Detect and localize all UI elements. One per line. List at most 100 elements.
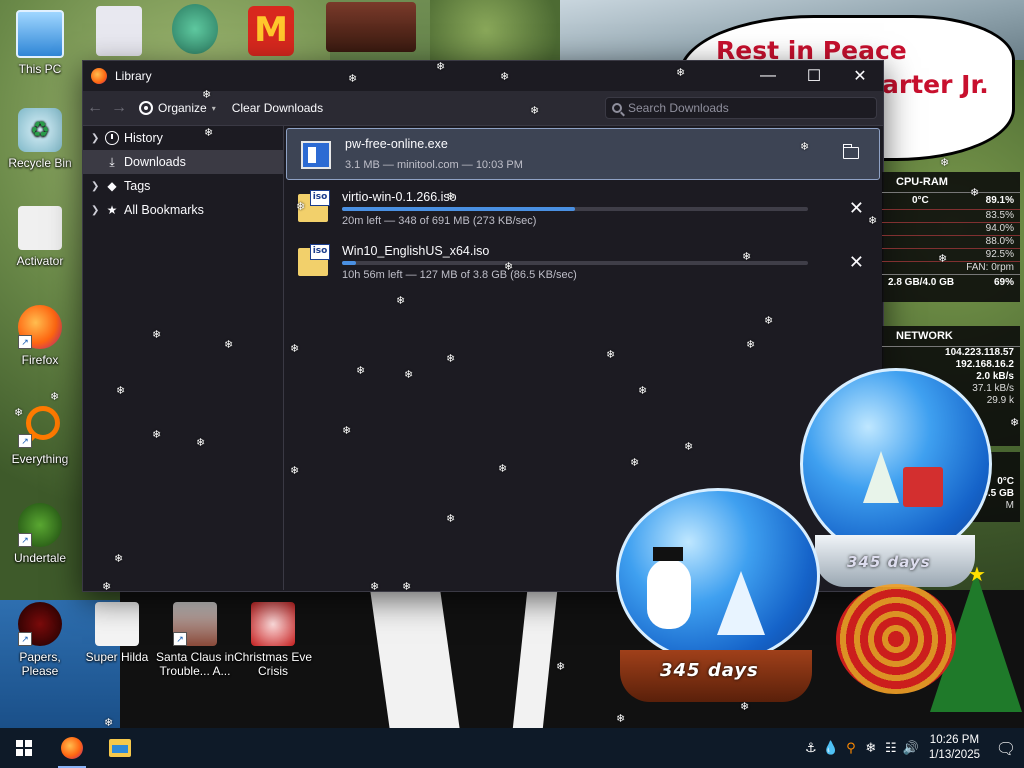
cancel-download-button[interactable]: ✕ xyxy=(849,252,864,273)
download-name: Win10_EnglishUS_x64.iso xyxy=(342,244,490,258)
desktop-icon-this-pc[interactable]: This PC xyxy=(0,10,80,76)
snow-globe-left[interactable] xyxy=(616,488,820,664)
chevron-right-icon[interactable]: ❯ xyxy=(91,133,103,144)
snowflake-icon: ❄ xyxy=(202,88,212,101)
snowflake-icon: ❄ xyxy=(500,70,510,83)
cpu-core: 94.0% xyxy=(882,223,1020,236)
file-icon xyxy=(18,206,62,250)
sidebar-item-tags[interactable]: ❯ ◆ Tags xyxy=(83,174,283,198)
snowflake-icon: ❄ xyxy=(224,338,234,351)
network-icon[interactable]: ☷ xyxy=(881,741,901,756)
firefox-icon xyxy=(91,68,107,84)
desktop-icon-label: Recycle Bin xyxy=(8,156,72,170)
download-meta: 10h 56m left — 127 MB of 3.8 GB (86.5 KB… xyxy=(342,269,577,281)
shortcut-arrow-icon: ↗ xyxy=(18,533,32,547)
minimize-button[interactable]: — xyxy=(745,61,791,91)
snowflake-icon: ❄ xyxy=(684,440,694,453)
gift-icon xyxy=(903,467,943,507)
snowflake-tray-icon[interactable]: ❄ xyxy=(861,741,881,756)
gear-icon xyxy=(139,101,153,115)
chevron-right-icon[interactable]: ❯ xyxy=(91,181,103,192)
download-meta: 20m left — 348 of 691 MB (273 KB/sec) xyxy=(342,215,537,227)
snowflake-icon: ❄ xyxy=(102,580,112,593)
organize-label: Organize xyxy=(158,101,207,115)
desktop-icon-label: This PC xyxy=(18,62,62,76)
download-item[interactable]: pw-free-online.exe 3.1 MB — minitool.com… xyxy=(286,128,880,180)
search-downloads-input[interactable]: Search Downloads xyxy=(605,97,877,119)
desktop-icon-everything[interactable]: ↗ Everything xyxy=(0,404,80,466)
folder-icon[interactable] xyxy=(842,144,859,159)
desktop-icon-activator[interactable]: Activator xyxy=(0,206,80,268)
volume-icon[interactable]: 🔊 xyxy=(901,741,921,756)
snowflake-icon: ❄ xyxy=(404,368,414,381)
shortcut-arrow-icon: ↗ xyxy=(173,632,187,646)
desktop-icon-super-hilda[interactable]: Super Hilda xyxy=(77,602,157,664)
desktop-icon-undertale[interactable]: ↗ Undertale xyxy=(0,503,80,565)
chevron-right-icon[interactable]: ❯ xyxy=(91,205,103,216)
clock-date: 1/13/2025 xyxy=(928,749,980,761)
organize-button[interactable]: Organize ▾ xyxy=(131,101,224,115)
taskbar: ⚓ 💧 ⚲ ❄ ☷ 🔊 10:26 PM 1/13/2025 🗨 xyxy=(0,728,1024,768)
sidebar-item-label: All Bookmarks xyxy=(124,203,204,217)
mcdonalds-icon: M xyxy=(248,6,294,56)
firefox-icon xyxy=(61,737,83,759)
gadget-title: CPU-RAM xyxy=(882,172,1020,193)
library-sidebar: ❯ History ⤓ Downloads ❯ ◆ Tags ❯ ★ All B… xyxy=(83,126,284,590)
spiral-decoration xyxy=(836,584,956,694)
sidebar-item-history[interactable]: ❯ History xyxy=(83,126,283,150)
papers-please-icon: ↗ xyxy=(18,602,62,646)
download-item[interactable]: iso Win10_EnglishUS_x64.iso 10h 56m left… xyxy=(284,236,882,290)
clock-icon xyxy=(105,131,119,145)
snow-globe-right[interactable] xyxy=(800,368,992,560)
clear-downloads-button[interactable]: Clear Downloads xyxy=(224,101,331,115)
desktop-icon-recycle-bin[interactable]: ♻ Recycle Bin xyxy=(0,108,80,170)
search-tray-icon[interactable]: ⚲ xyxy=(841,741,861,756)
start-button[interactable] xyxy=(0,728,48,768)
snowflake-icon: ❄ xyxy=(742,250,752,263)
snowman-icon xyxy=(647,559,691,629)
cpu-temp: 0°C xyxy=(912,195,929,206)
snowflake-icon: ❄ xyxy=(630,456,640,469)
sidebar-item-all-bookmarks[interactable]: ❯ ★ All Bookmarks xyxy=(83,198,283,222)
download-name: virtio-win-0.1.266.iso xyxy=(342,190,457,204)
forward-arrow-icon[interactable]: → xyxy=(107,99,131,117)
tree-icon xyxy=(863,451,899,503)
snowflake-icon: ❄ xyxy=(616,712,626,725)
taskbar-firefox[interactable] xyxy=(48,728,96,768)
desktop-icon-label: Papers, Please xyxy=(19,650,61,678)
taskbar-file-explorer[interactable] xyxy=(96,728,144,768)
desktop-icon-firefox[interactable]: ↗ Firefox xyxy=(0,305,80,367)
download-item[interactable]: iso virtio-win-0.1.266.iso 20m left — 34… xyxy=(284,182,882,236)
days-counter: 345 days xyxy=(660,660,759,681)
download-progress-bar xyxy=(342,261,808,265)
snow-globe-left-base: 345 days xyxy=(620,650,812,702)
snowflake-icon: ❄ xyxy=(530,104,540,117)
cpu-core: 88.0% xyxy=(882,236,1020,249)
days-counter: 345 days xyxy=(847,553,931,571)
close-button[interactable]: ✕ xyxy=(837,61,883,91)
sidebar-item-downloads[interactable]: ⤓ Downloads xyxy=(83,150,283,174)
desktop-icon-papers-please[interactable]: ↗ Papers, Please xyxy=(0,602,80,678)
snowflake-icon: ❄ xyxy=(116,384,126,397)
external-ip: 104.223.118.57 xyxy=(945,347,1014,358)
undertale-icon: ↗ xyxy=(18,503,62,547)
window-title: Library xyxy=(115,69,152,83)
maximize-button[interactable]: ☐ xyxy=(791,61,837,91)
magnifier-icon: ↗ xyxy=(18,404,62,448)
taskbar-clock[interactable]: 10:26 PM 1/13/2025 xyxy=(921,733,988,763)
wallpaper-icon-reindeer xyxy=(326,2,416,52)
windows-logo-icon xyxy=(16,740,32,756)
title-bar[interactable]: Library — ☐ ✕ xyxy=(83,61,883,91)
snowflake-icon: ❄ xyxy=(396,294,406,307)
desktop-icon-label: Christmas Eve Crisis xyxy=(233,650,313,678)
back-arrow-icon[interactable]: ← xyxy=(83,99,107,117)
snowflake-icon: ❄ xyxy=(446,512,456,525)
cancel-download-button[interactable]: ✕ xyxy=(849,198,864,219)
people-icon[interactable]: ⚓ xyxy=(801,741,821,756)
desktop-icon-santa-claus[interactable]: ↗ Santa Claus in Trouble... A... xyxy=(155,602,235,678)
wallpaper-tree xyxy=(430,0,570,60)
hat-icon xyxy=(653,547,683,561)
notification-icon[interactable]: 🗨 xyxy=(988,739,1024,758)
droplet-icon[interactable]: 💧 xyxy=(821,741,841,756)
desktop-icon-christmas-eve-crisis[interactable]: Christmas Eve Crisis xyxy=(233,602,313,678)
